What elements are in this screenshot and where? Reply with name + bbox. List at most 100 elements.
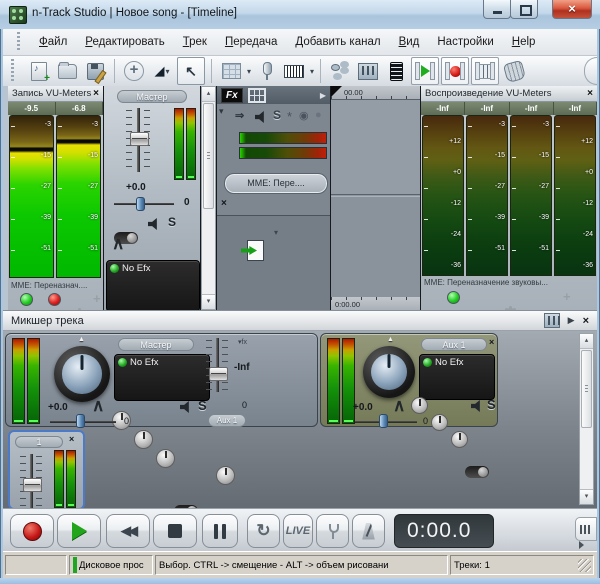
add-meter-icon[interactable]: + — [563, 289, 571, 304]
timeline-ruler-bottom[interactable]: 0:00.00 — [331, 297, 420, 310]
chevron-down-icon[interactable]: ▾ — [274, 228, 278, 237]
record-button[interactable] — [10, 514, 54, 548]
chevron-down-icon[interactable]: ▾ — [247, 67, 251, 76]
meter-list-button[interactable] — [383, 58, 409, 84]
record-device-label[interactable]: MME: Переназнач.... — [11, 281, 101, 290]
routing-button[interactable] — [327, 58, 353, 84]
tuner-button[interactable] — [316, 514, 349, 548]
record-indicator-led[interactable] — [48, 293, 61, 306]
pause-button[interactable] — [202, 514, 238, 548]
speaker-icon[interactable] — [148, 218, 161, 230]
close-icon[interactable]: × — [583, 315, 589, 327]
close-icon[interactable]: × — [489, 337, 494, 347]
menu-edit[interactable]: Редактировать — [76, 33, 173, 51]
strip-effects-box[interactable]: No Efx — [114, 354, 210, 401]
speaker-icon[interactable] — [471, 400, 484, 412]
menu-settings[interactable]: Настройки — [428, 33, 502, 51]
timeline-ruler-top[interactable]: 00.00 — [331, 86, 420, 99]
track-clip-button[interactable] — [218, 58, 244, 84]
track-lane[interactable] — [331, 99, 420, 194]
expand-icon[interactable]: ▶ — [320, 91, 326, 100]
master-fader-thumb[interactable] — [130, 132, 149, 146]
timeline-background[interactable] — [331, 197, 420, 297]
solo-button[interactable]: S — [487, 397, 496, 412]
pan-slider-thumb[interactable] — [136, 197, 145, 211]
eq-knob-high[interactable] — [156, 449, 175, 468]
close-icon[interactable]: × — [93, 88, 99, 99]
master-name-pill[interactable]: Мастер — [117, 90, 187, 103]
save-button[interactable] — [82, 58, 108, 84]
stop-button[interactable] — [153, 514, 197, 548]
scrollbar-thumb[interactable] — [203, 103, 214, 209]
live-button[interactable]: LIVE — [283, 514, 313, 548]
mixer-scrollbar[interactable]: ▴ ▾ — [579, 333, 594, 505]
freeze-icon[interactable]: * — [287, 109, 292, 124]
eq-knob-high[interactable] — [451, 431, 468, 448]
collapse-track-icon[interactable]: ▾ — [219, 106, 224, 117]
close-icon[interactable]: × — [69, 434, 74, 444]
import-file-icon[interactable] — [247, 240, 264, 261]
mixer-button[interactable] — [471, 57, 499, 85]
record-meters-button[interactable] — [441, 57, 469, 85]
scroll-up-button[interactable]: ▴ — [202, 87, 215, 102]
mute-toggle[interactable] — [465, 466, 489, 478]
solo-button[interactable]: S — [273, 108, 281, 122]
playback-device-label[interactable]: MME: Переназначение звуковы... — [424, 278, 594, 287]
open-file-button[interactable] — [54, 58, 80, 84]
circle-icon[interactable]: ● — [315, 109, 322, 121]
mixer-header[interactable]: Микшер трека ▶ × — [3, 310, 597, 331]
volume-knob[interactable] — [54, 346, 110, 402]
track-fader-thumb[interactable] — [23, 478, 42, 492]
solo-button[interactable]: S — [198, 398, 207, 413]
fx-button[interactable]: Fx — [221, 88, 243, 103]
menu-track[interactable]: Трек — [174, 33, 216, 51]
output-level-mini-button[interactable] — [575, 517, 597, 541]
eq-knob-mid[interactable] — [134, 430, 153, 449]
aux-fader-thumb[interactable] — [209, 367, 228, 381]
strip-name-pill[interactable]: Aux 1 — [421, 338, 487, 351]
eq-knob-low[interactable] — [411, 397, 428, 414]
time-display[interactable]: 0:00.0 — [394, 514, 494, 548]
move-tool-button[interactable]: + — [121, 58, 147, 84]
toolbar-overflow-chevron[interactable] — [584, 57, 597, 85]
maximize-button[interactable] — [510, 0, 538, 19]
hand-tool-button[interactable] — [501, 58, 527, 84]
toolbar-grip[interactable] — [17, 32, 20, 53]
close-button[interactable]: × — [552, 0, 592, 19]
speaker-icon[interactable] — [255, 111, 268, 123]
metronome-button[interactable] — [352, 514, 385, 548]
aux-send-knob[interactable] — [216, 466, 235, 485]
menu-add-channel[interactable]: Добавить канал — [286, 33, 389, 51]
solo-button[interactable]: S — [168, 215, 176, 229]
speaker-icon[interactable] — [180, 401, 193, 413]
volume-knob[interactable] — [363, 346, 415, 398]
loop-button[interactable]: ↻ — [247, 514, 280, 548]
record-source-button[interactable] — [253, 58, 279, 84]
rewind-button[interactable]: ◀◀ — [106, 514, 150, 548]
title-bar[interactable]: n-Track Studio | Новое song - [Timeline]… — [0, 0, 600, 29]
track-device-pill[interactable]: MME: Пере.... — [225, 174, 327, 193]
minimize-button[interactable] — [483, 0, 511, 19]
menu-help[interactable]: Help — [503, 33, 545, 51]
record-vu-panel-header[interactable]: Запись VU-Meters × — [8, 86, 103, 102]
playback-meters-button[interactable] — [411, 57, 439, 85]
midi-input-button[interactable] — [281, 58, 307, 84]
scrollbar-thumb[interactable] — [581, 350, 592, 428]
resize-grip[interactable] — [578, 559, 591, 572]
pan-slider-thumb[interactable] — [76, 414, 85, 428]
close-icon[interactable]: × — [587, 88, 593, 99]
expand-icon[interactable]: ▶ — [568, 315, 575, 326]
draw-tool-button[interactable]: ◢▾ — [149, 58, 175, 84]
track-number-pill[interactable]: 1 — [15, 436, 63, 448]
compressor-icon[interactable]: ∧ — [393, 396, 405, 416]
compressor-icon[interactable]: ∧ — [112, 234, 124, 254]
menu-transfer[interactable]: Передача — [216, 33, 286, 51]
track-mini-strip[interactable]: 1 × — [8, 430, 85, 508]
play-button[interactable] — [57, 514, 101, 548]
chevron-down-icon[interactable]: ▾ — [310, 67, 314, 76]
mixer-icon[interactable] — [544, 313, 560, 328]
playback-vu-panel-header[interactable]: Воспроизведение VU-Meters × — [421, 86, 597, 102]
add-meter-icon[interactable]: + — [93, 291, 101, 306]
master-effects-box[interactable]: No Efx — [106, 260, 200, 312]
menu-file[interactable]: Файл — [30, 33, 76, 51]
